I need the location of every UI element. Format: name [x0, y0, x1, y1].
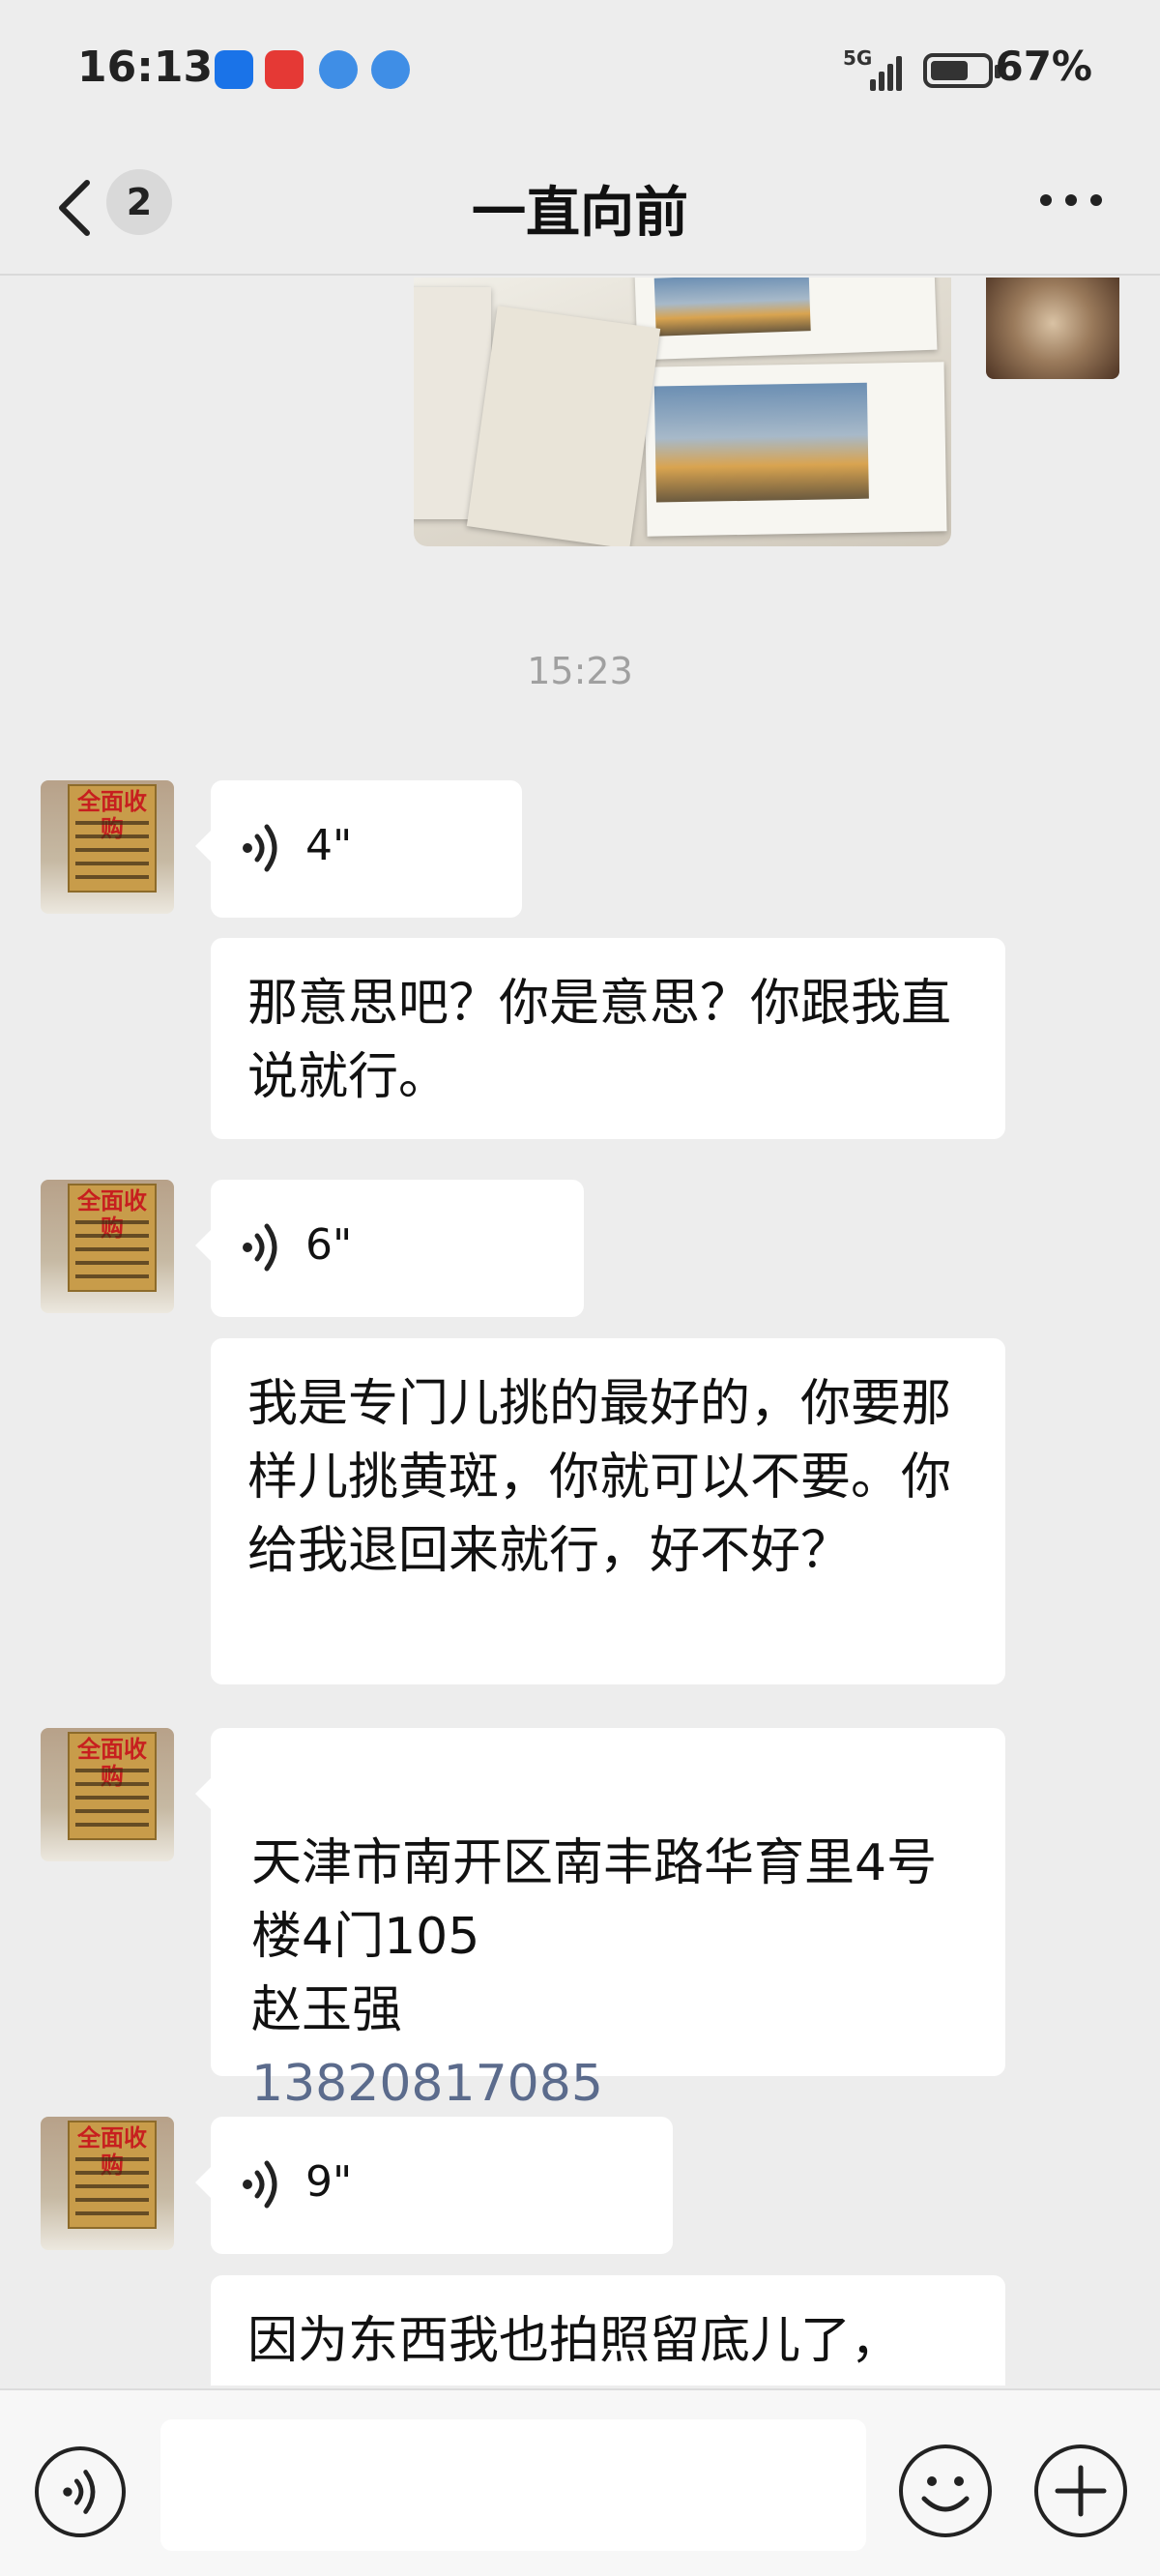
message-text: 我是专门儿挑的最好的，你要那样儿挑黄斑，你就可以不要。你给我退回来就行，好不好？: [247, 1375, 952, 1580]
voice-duration: 4": [305, 821, 353, 870]
contact-avatar[interactable]: 全面收购: [41, 780, 174, 914]
chat-title: 一直向前: [472, 182, 688, 245]
status-bar: 16:13 5G 67%: [0, 0, 1160, 140]
chat-messages[interactable]: 15:23 全面收购 4" 那意思吧？你是意思？你跟我直说就行。 全面收购 6: [0, 278, 1160, 2386]
voice-wave-icon: [240, 819, 282, 877]
text-message[interactable]: 因为东西我也拍照留底儿了，: [211, 2275, 1005, 2386]
battery-percent: 67%: [995, 43, 1092, 90]
self-avatar[interactable]: [986, 278, 1119, 379]
contact-avatar[interactable]: 全面收购: [41, 2117, 174, 2250]
message-timestamp: 15:23: [527, 650, 633, 692]
signal-icon: [870, 50, 909, 91]
voice-input-icon[interactable]: [35, 2446, 126, 2537]
plus-icon[interactable]: [1034, 2444, 1127, 2537]
text-message[interactable]: 那意思吧？你是意思？你跟我直说就行。: [211, 938, 1005, 1139]
message-text: 因为东西我也拍照留底儿了，: [247, 2312, 902, 2370]
planet-app-icon: [319, 50, 358, 89]
input-bar: [0, 2388, 1160, 2576]
status-time: 16:13: [77, 43, 214, 92]
emoji-icon[interactable]: [899, 2444, 992, 2537]
voice-duration: 6": [305, 1220, 353, 1270]
message-text: 天津市南开区南丰路华育里4号楼4门105 赵玉强: [251, 1834, 938, 2039]
planet-app-icon: [371, 50, 410, 89]
contact-avatar[interactable]: 全面收购: [41, 1728, 174, 1861]
phone-number-link[interactable]: 13820817085: [251, 2047, 976, 2121]
voice-wave-icon: [240, 1218, 282, 1276]
message-text: 那意思吧？你是意思？你跟我直说就行。: [247, 975, 952, 1106]
battery-icon: [923, 53, 1000, 88]
voice-message[interactable]: 9": [195, 2117, 673, 2254]
voice-duration: 9": [305, 2157, 353, 2207]
chat-header: 2 一直向前: [0, 140, 1160, 276]
message-input[interactable]: [160, 2419, 866, 2551]
more-dots-icon[interactable]: [1040, 194, 1102, 210]
network-label: 5G: [843, 46, 873, 70]
voice-message[interactable]: 4": [195, 780, 522, 918]
stock-app-icon: [265, 50, 304, 89]
contact-avatar[interactable]: 全面收购: [41, 1180, 174, 1313]
voice-message[interactable]: 6": [195, 1180, 584, 1317]
voice-wave-icon: [240, 2155, 282, 2213]
text-message[interactable]: 我是专门儿挑的最好的，你要那样儿挑黄斑，你就可以不要。你给我退回来就行，好不好？: [211, 1338, 1005, 1684]
browser-icon: [215, 50, 253, 89]
address-message[interactable]: 天津市南开区南丰路华育里4号楼4门105 赵玉强 13820817085: [195, 1728, 1005, 2113]
photo-message[interactable]: [414, 278, 951, 546]
